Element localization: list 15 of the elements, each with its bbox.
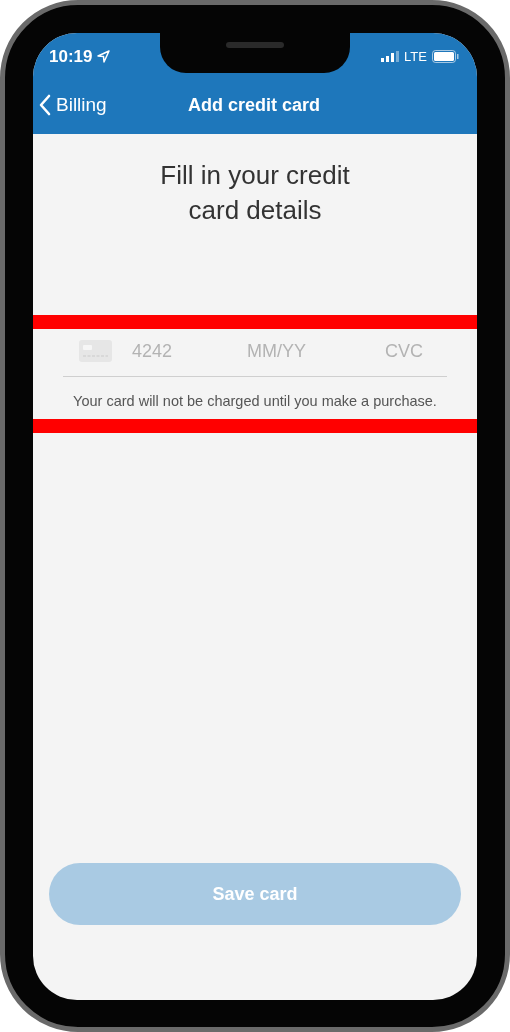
speaker-grille [226, 42, 284, 48]
input-field[interactable]: 4242 [132, 340, 242, 362]
location-arrow-icon [97, 50, 111, 63]
input-field[interactable]: CVC [385, 340, 455, 362]
status-time: 10:19 [49, 46, 93, 67]
info-text: Your card will not be charged until you make a purchase. [72, 393, 438, 409]
battery-icon [432, 50, 459, 63]
signal-icon [381, 51, 400, 62]
back-button[interactable]: Billing [39, 94, 129, 116]
network-label: LTE [404, 49, 427, 64]
chevron-left-icon [39, 94, 51, 116]
credit-card-icon [79, 340, 112, 362]
screen-title: Add credit card [188, 94, 320, 116]
input-field[interactable]: MM/YY [247, 340, 367, 362]
page-heading: Fill in your credit card details [159, 159, 351, 227]
